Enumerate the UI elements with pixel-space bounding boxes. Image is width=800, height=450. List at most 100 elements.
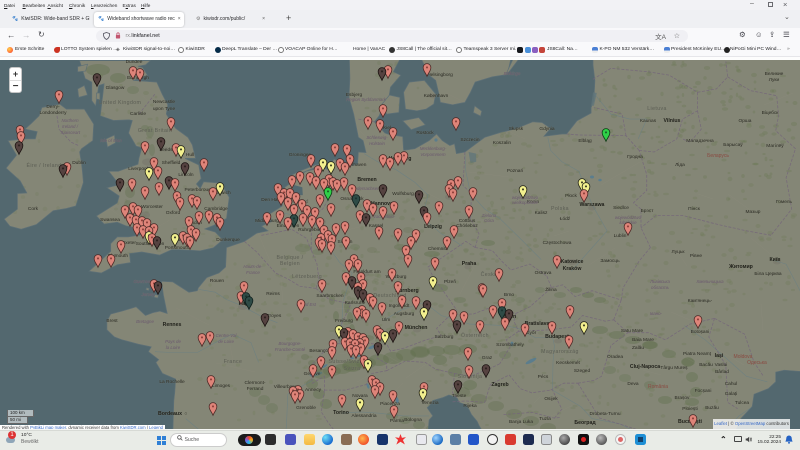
svg-text:Szeged: Szeged: [574, 368, 591, 374]
svg-text:Freiburg: Freiburg: [335, 318, 353, 324]
svg-text:Derry-: Derry-: [46, 104, 60, 110]
svg-text:Bourgogne-: Bourgogne-: [279, 341, 302, 346]
svg-text:München: München: [405, 325, 428, 331]
svg-text:Glasgow: Glasgow: [106, 85, 125, 91]
svg-text:Львівська: Львівська: [649, 279, 670, 284]
svg-text:de Loire: de Loire: [218, 339, 234, 344]
svg-text:Płock: Płock: [565, 193, 577, 199]
svg-text:Київ: Київ: [769, 257, 780, 263]
svg-text:Koszalin: Koszalin: [493, 140, 511, 146]
svg-text:Hull: Hull: [186, 152, 194, 158]
svg-text:Focșani: Focșani: [695, 388, 712, 394]
svg-text:Blekinge: Blekinge: [504, 71, 521, 76]
svg-text:Dublin: Dublin: [72, 160, 86, 166]
svg-text:Kaunas: Kaunas: [640, 118, 657, 124]
svg-text:Târgu Mureș: Târgu Mureș: [660, 365, 688, 371]
svg-text:Vorpommern: Vorpommern: [420, 152, 446, 157]
svg-text:Brest: Brest: [106, 318, 118, 324]
svg-text:Poznań: Poznań: [507, 168, 524, 174]
svg-text:Clermont-: Clermont-: [244, 380, 265, 386]
svg-text:Rennes: Rennes: [163, 322, 182, 328]
svg-text:Belgien: Belgien: [280, 261, 300, 267]
svg-text:Annecy: Annecy: [305, 387, 322, 393]
svg-text:Brașov: Brașov: [675, 395, 691, 401]
svg-text:Satu Mare: Satu Mare: [621, 328, 643, 334]
svg-text:Ліда: Ліда: [675, 162, 685, 168]
svg-text:Great Britain: Great Britain: [138, 128, 172, 134]
svg-text:Пінск: Пінск: [688, 206, 701, 212]
svg-text:Galați: Galați: [725, 391, 738, 397]
svg-text:Віцебск: Віцебск: [762, 110, 780, 116]
svg-text:Cahul: Cahul: [725, 381, 738, 387]
svg-text:Botoșani: Botoșani: [691, 329, 710, 335]
svg-text:Брэст: Брэст: [641, 208, 655, 214]
svg-text:Polska: Polska: [551, 206, 569, 212]
svg-text:Rijeka: Rijeka: [463, 403, 477, 409]
svg-text:Житомир: Житомир: [728, 264, 753, 270]
svg-text:Buzău: Buzău: [705, 405, 719, 411]
svg-text:Ploiești: Ploiești: [682, 406, 697, 412]
svg-text:Біла Церква: Біла Церква: [754, 271, 781, 277]
svg-text:United Kingdom: United Kingdom: [99, 100, 142, 106]
svg-text:Хмельницька: Хмельницька: [695, 279, 724, 284]
svg-text:Гродна: Гродна: [627, 154, 643, 160]
svg-text:Piatra Neamț: Piatra Neamț: [683, 351, 712, 357]
svg-text:Cork: Cork: [28, 206, 39, 212]
svg-text:Gdynia: Gdynia: [539, 126, 555, 132]
svg-text:Мазыр: Мазыр: [746, 209, 761, 215]
svg-text:Bârlad: Bârlad: [715, 369, 729, 375]
svg-text:France: France: [224, 359, 243, 365]
svg-text:Osijek: Osijek: [544, 396, 558, 402]
svg-text:Limoges: Limoges: [212, 383, 231, 389]
svg-text:Lublin: Lublin: [614, 233, 627, 239]
svg-text:Луки: Луки: [769, 77, 780, 83]
svg-text:Рівне: Рівне: [690, 253, 702, 259]
svg-text:Jersey: Jersey: [141, 292, 156, 297]
svg-text:Београд: Београд: [574, 420, 596, 426]
svg-text:Katowice: Katowice: [561, 259, 584, 265]
svg-text:Graz: Graz: [482, 355, 493, 361]
svg-text:Kraków: Kraków: [563, 266, 583, 272]
svg-text:Holstein: Holstein: [369, 141, 385, 146]
svg-text:Луцьк: Луцьк: [672, 249, 686, 255]
svg-text:Iași: Iași: [715, 353, 724, 359]
svg-text:Novara: Novara: [352, 393, 368, 399]
svg-text:Carlisle: Carlisle: [130, 111, 146, 117]
svg-text:Одеська: Одеська: [747, 360, 767, 366]
svg-text:Vaslui: Vaslui: [715, 362, 728, 368]
svg-text:Grenoble: Grenoble: [296, 405, 316, 411]
svg-text:Ostrava: Ostrava: [535, 270, 552, 276]
svg-text:Ulm: Ulm: [382, 317, 391, 323]
svg-text:Bremen: Bremen: [357, 177, 376, 183]
svg-text:Venezia: Venezia: [421, 400, 438, 406]
svg-text:Newcastle: Newcastle: [153, 99, 175, 105]
svg-text:Northern: Northern: [61, 118, 79, 123]
svg-text:Pécs: Pécs: [538, 374, 549, 380]
svg-text:Великие: Великие: [765, 71, 784, 77]
svg-text:Ireland /: Ireland /: [62, 124, 79, 129]
svg-text:Warszawa: Warszawa: [580, 202, 605, 208]
svg-text:Londonderry: Londonderry: [40, 110, 68, 116]
svg-text:Österreich: Österreich: [461, 332, 489, 339]
svg-text:Беларусь: Беларусь: [707, 153, 729, 159]
svg-text:Kecskemét: Kecskemét: [556, 360, 580, 366]
svg-text:Łódź: Łódź: [560, 216, 571, 222]
svg-text:Tuaisceart: Tuaisceart: [60, 130, 81, 135]
svg-text:Iвано-: Iвано-: [650, 311, 663, 316]
svg-text:Барысаў: Барысаў: [723, 141, 743, 148]
svg-text:Bacău: Bacău: [699, 362, 713, 368]
svg-text:область: область: [651, 285, 670, 290]
svg-text:Mecklenburg-: Mecklenburg-: [420, 146, 447, 151]
svg-text:København: København: [424, 93, 449, 99]
svg-text:Маладзечна: Маладзечна: [686, 138, 714, 144]
svg-text:Siedlce: Siedlce: [613, 205, 629, 211]
svg-text:Góra: Góra: [484, 218, 494, 223]
svg-text:France: France: [246, 270, 260, 275]
svg-text:Drobeta-Turnu: Drobeta-Turnu: [589, 411, 620, 417]
svg-text:Słupsk: Słupsk: [509, 126, 524, 132]
svg-text:Magyarország: Magyarország: [541, 349, 579, 355]
svg-text:Oradea: Oradea: [607, 354, 623, 360]
svg-text:Орша: Орша: [739, 118, 752, 124]
svg-text:Магілёў: Магілёў: [766, 142, 784, 149]
svg-text:Гомель: Гомель: [776, 199, 793, 205]
